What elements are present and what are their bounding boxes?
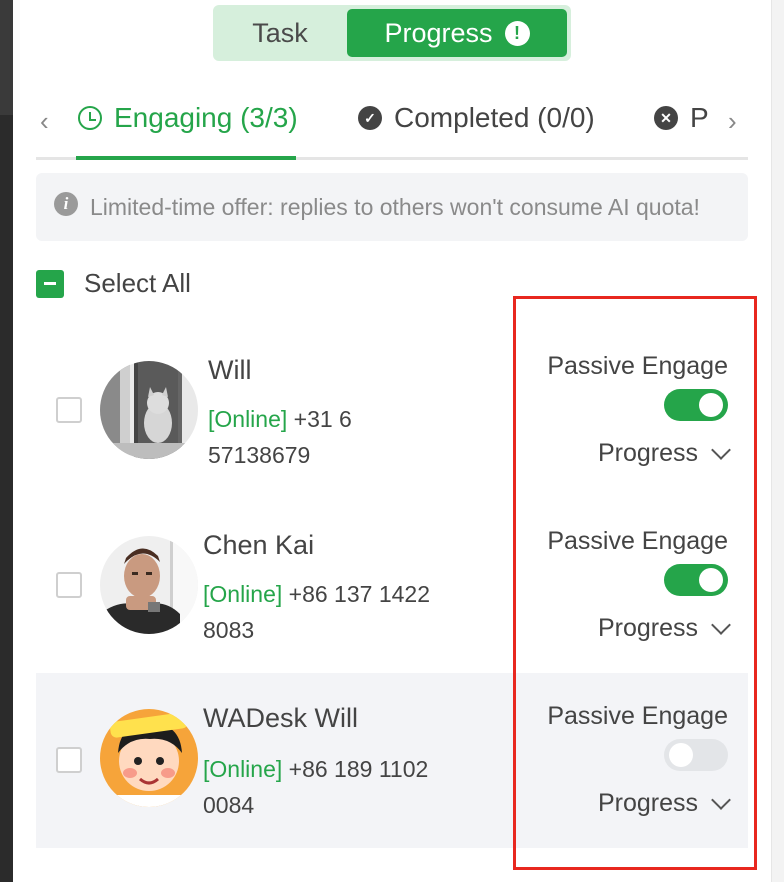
contact-phone: [Online] +86 189 1102 0084: [203, 751, 473, 823]
phone-part: +86 137 1422: [282, 581, 430, 607]
contact-row[interactable]: Will [Online] +31 6 57138679 Passive Enga…: [36, 325, 748, 500]
tab-completed[interactable]: ✓ Completed (0/0): [358, 102, 595, 134]
chevron-down-icon: [711, 614, 731, 635]
contact-name: Chen Kai: [203, 530, 315, 560]
clock-icon: [78, 106, 102, 130]
online-status: [Online]: [208, 406, 288, 432]
tab-paused[interactable]: ✕ P: [654, 102, 709, 134]
contact-checkbox[interactable]: [56, 572, 82, 598]
contact-checkbox[interactable]: [56, 397, 82, 423]
alert-icon: !: [504, 20, 530, 46]
tab-progress-label: Progress: [384, 17, 493, 48]
online-status: [Online]: [203, 756, 283, 782]
promo-notice: i Limited-time offer: replies to others …: [36, 173, 748, 241]
chevron-down-icon: [711, 439, 731, 460]
contact-name: WADesk Will: [203, 703, 358, 733]
avatar: [100, 709, 198, 807]
progress-dropdown-label: Progress: [597, 439, 698, 467]
info-icon: i: [54, 192, 78, 216]
tab-engaging-label: Engaging (3/3): [114, 102, 298, 133]
avatar: [100, 361, 198, 459]
phone-part: +31 6: [287, 406, 352, 432]
tab-paused-label: P: [690, 102, 709, 133]
tab-task[interactable]: Task: [213, 5, 347, 61]
select-all[interactable]: Select All: [36, 268, 191, 299]
progress-dropdown-label: Progress: [597, 614, 698, 642]
contact-name: Will: [208, 355, 252, 385]
active-tab-indicator: [76, 156, 296, 160]
phone-part: +86 189 1102: [282, 756, 429, 782]
progress-dropdown[interactable]: Progress: [597, 789, 731, 818]
progress-panel: Task Progress ! ‹ Engaging (3/3) ✓ Compl…: [13, 0, 771, 882]
progress-dropdown[interactable]: Progress: [597, 439, 731, 468]
chevron-right-icon[interactable]: ›: [728, 106, 737, 137]
progress-dropdown-label: Progress: [597, 789, 698, 817]
select-all-checkbox[interactable]: [36, 269, 64, 298]
phone-part: 8083: [203, 617, 255, 643]
phone-part: 57138679: [208, 442, 311, 468]
tab-engaging[interactable]: Engaging (3/3): [78, 102, 298, 134]
passive-engage-label: Passive Engage: [547, 702, 728, 730]
contact-checkbox[interactable]: [56, 747, 82, 773]
view-switcher: Task Progress !: [213, 5, 571, 61]
contact-row[interactable]: WADesk Will [Online] +86 189 1102 0084 Pa…: [36, 673, 748, 848]
contact-row[interactable]: Chen Kai [Online] +86 137 1422 8083 Passi…: [36, 500, 748, 675]
passive-engage-toggle[interactable]: [664, 739, 728, 771]
scrollbar[interactable]: [771, 0, 784, 882]
tab-completed-label: Completed (0/0): [394, 102, 595, 133]
tab-progress[interactable]: Progress !: [347, 9, 567, 57]
progress-dropdown[interactable]: Progress: [597, 614, 731, 643]
passive-engage-label: Passive Engage: [547, 352, 728, 380]
tab-task-label: Task: [252, 17, 308, 48]
background-window-strip: [0, 0, 13, 882]
close-circle-icon: ✕: [654, 106, 678, 130]
contact-phone: [Online] +31 6 57138679: [208, 401, 478, 473]
passive-engage-toggle[interactable]: [664, 564, 728, 596]
contact-phone: [Online] +86 137 1422 8083: [203, 576, 473, 648]
status-tabs: ‹ Engaging (3/3) ✓ Completed (0/0) ✕ P ›: [36, 90, 748, 160]
passive-engage-toggle[interactable]: [664, 389, 728, 421]
chevron-down-icon: [711, 789, 731, 810]
phone-part: 0084: [203, 792, 255, 818]
select-all-label: Select All: [84, 268, 191, 298]
passive-engage-label: Passive Engage: [547, 527, 728, 555]
avatar: [100, 536, 198, 634]
online-status: [Online]: [203, 581, 283, 607]
check-circle-icon: ✓: [358, 106, 382, 130]
notice-text: Limited-time offer: replies to others wo…: [90, 193, 700, 220]
